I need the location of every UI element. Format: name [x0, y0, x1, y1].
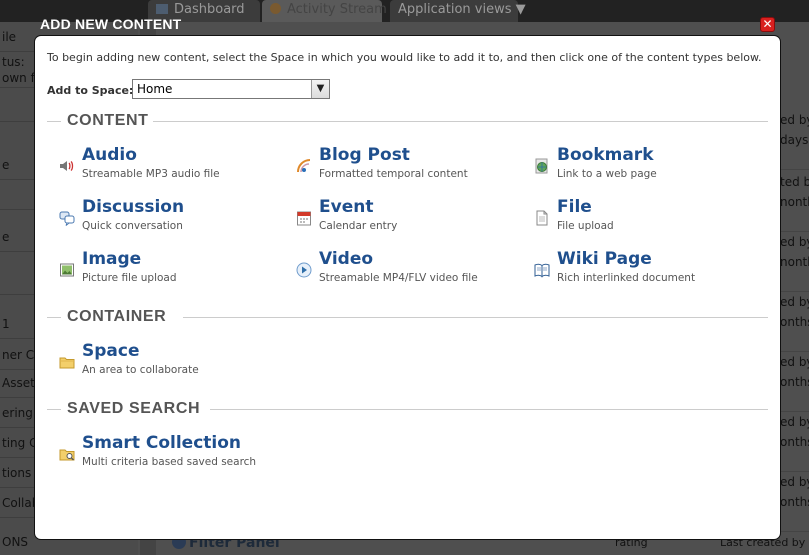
chevron-down-icon[interactable]: ▼ — [311, 80, 329, 98]
content-type-video[interactable]: Video Streamable MP4/FLV video file — [296, 249, 516, 292]
section-container-header: CONTAINER — [47, 308, 768, 326]
content-type-file[interactable]: File File upload — [534, 197, 754, 240]
speaker-icon — [60, 161, 74, 171]
globe-icon — [535, 158, 548, 174]
dashboard-icon — [156, 4, 168, 14]
close-icon[interactable]: ✕ — [760, 17, 775, 32]
tab-activity-stream[interactable]: Activity Stream — [262, 0, 387, 22]
content-type-space[interactable]: Space An area to collaborate — [59, 341, 279, 384]
add-content-dialog: To begin adding new content, select the … — [35, 36, 780, 539]
folder-search-icon — [59, 449, 75, 461]
content-type-discussion[interactable]: Discussion Quick conversation — [59, 197, 279, 240]
content-type-audio[interactable]: Audio Streamable MP3 audio file — [59, 145, 279, 188]
activity-row: ed bynonth — [780, 232, 809, 292]
content-type-smart-collection[interactable]: Smart Collection Multi criteria based sa… — [59, 433, 319, 476]
book-icon — [534, 263, 550, 278]
intro-text: To begin adding new content, select the … — [47, 51, 762, 64]
section-content-header: CONTENT — [47, 112, 768, 130]
picture-icon — [60, 263, 74, 277]
content-type-event[interactable]: Event Calendar entry — [296, 197, 516, 240]
activity-row: ted bynonth — [780, 172, 809, 232]
section-saved-search-header: SAVED SEARCH — [47, 400, 768, 418]
activity-row: ed byonths — [780, 352, 809, 412]
play-icon — [296, 262, 312, 278]
folder-icon — [59, 357, 75, 369]
rss-icon — [297, 159, 311, 173]
tab-application-views[interactable]: Application views ▼ — [390, 0, 526, 22]
add-to-space-label: Add to Space: — [47, 84, 134, 97]
asterisk-icon — [270, 3, 281, 14]
dialog-title: ADD NEW CONTENT — [40, 16, 182, 32]
activity-row: ed bydays — [780, 110, 809, 170]
activity-row: ed byonths — [780, 412, 809, 472]
calendar-icon — [297, 211, 311, 226]
space-select[interactable]: Home ▼ — [132, 79, 330, 99]
speech-bubbles-icon — [59, 211, 75, 226]
file-icon — [536, 210, 548, 226]
content-type-image[interactable]: Image Picture file upload — [59, 249, 279, 292]
content-type-wiki-page[interactable]: Wiki Page Rich interlinked document — [534, 249, 754, 292]
content-type-bookmark[interactable]: Bookmark Link to a web page — [534, 145, 754, 188]
activity-row: ed byonths — [780, 292, 809, 352]
content-type-blog-post[interactable]: Blog Post Formatted temporal content — [296, 145, 516, 188]
activity-row: ed byonths — [780, 472, 809, 532]
